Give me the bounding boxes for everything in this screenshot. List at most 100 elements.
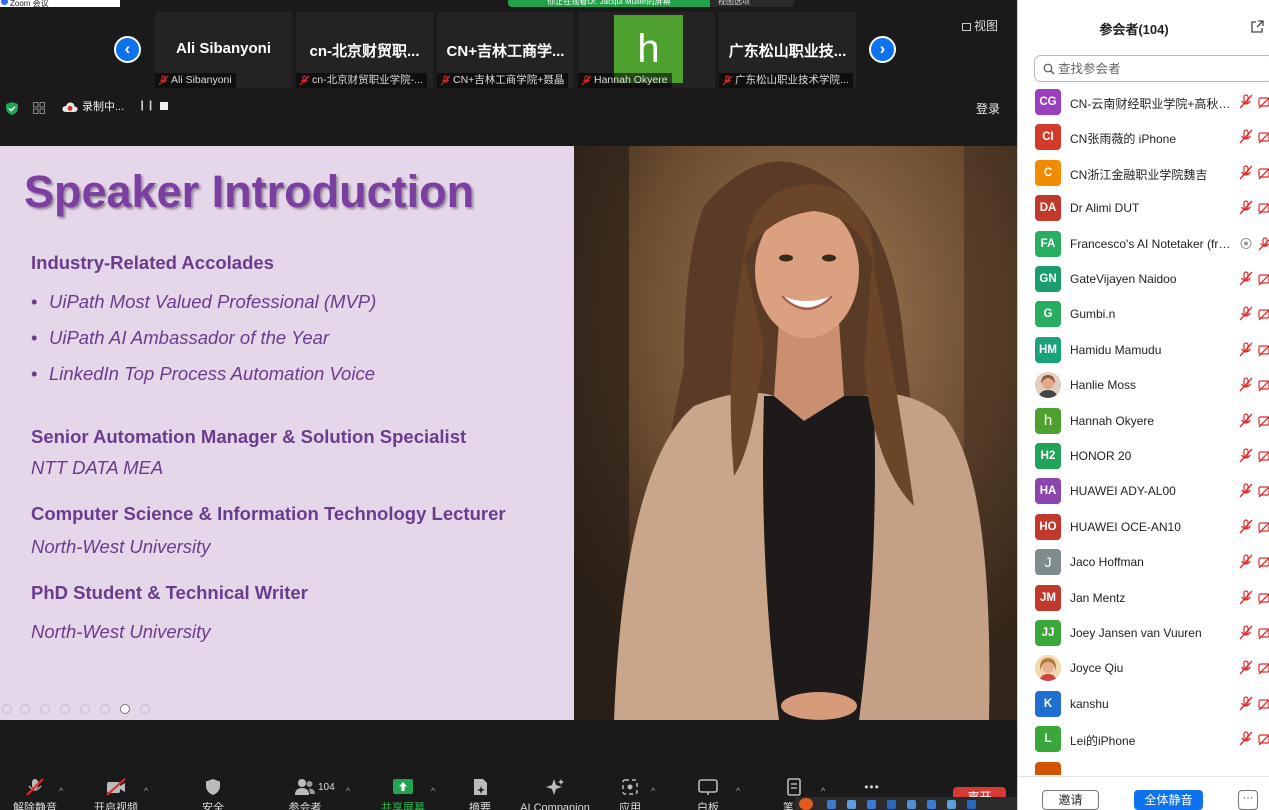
whiteboard-options-caret[interactable]: ^ xyxy=(736,786,740,796)
view-options-button[interactable]: 视图选项 xyxy=(718,0,750,6)
mic-muted-icon[interactable] xyxy=(1239,165,1253,180)
mute-all-button[interactable]: 全体静音 xyxy=(1134,790,1203,810)
gallery-grid-icon[interactable] xyxy=(33,102,45,114)
participant-row[interactable]: C CN浙江金融职业学院魏吉 xyxy=(1018,156,1269,191)
participant-row[interactable]: HO HUAWEI OCE-AN10 xyxy=(1018,510,1269,545)
slide-navigation-controls[interactable] xyxy=(0,702,160,716)
participant-row[interactable]: CI CN张雨薇的 iPhone xyxy=(1018,120,1269,155)
audio-options-caret[interactable]: ^ xyxy=(59,786,63,796)
security-button[interactable]: 安全 xyxy=(190,778,236,810)
participant-list[interactable]: CG CN-云南财经职业学院+高秋元... CI CN张雨薇的 iPhone C… xyxy=(1018,85,1269,775)
mic-muted-icon[interactable] xyxy=(1239,412,1253,428)
mic-muted-icon[interactable] xyxy=(1258,236,1269,251)
video-off-icon[interactable] xyxy=(1258,272,1269,286)
apps-options-caret[interactable]: ^ xyxy=(651,786,655,796)
mic-muted-icon[interactable] xyxy=(1239,342,1253,357)
summary-button[interactable]: 摘要 xyxy=(458,778,502,810)
view-button[interactable]: 视图 xyxy=(962,17,998,34)
invite-button[interactable]: 邀请 xyxy=(1042,790,1099,810)
tray-app-icon[interactable] xyxy=(907,800,916,809)
mic-muted-icon[interactable] xyxy=(1239,660,1253,675)
mic-muted-icon[interactable] xyxy=(1239,448,1253,463)
participant-row[interactable]: H2 HONOR 20 xyxy=(1018,439,1269,474)
mic-muted-icon[interactable] xyxy=(1239,731,1253,746)
video-off-icon[interactable] xyxy=(1258,555,1269,569)
camera-icon[interactable] xyxy=(120,704,130,714)
next-page-button[interactable]: › xyxy=(869,36,896,63)
pause-recording-button[interactable]: ❙❙ xyxy=(138,100,155,111)
mic-muted-icon[interactable] xyxy=(1239,696,1253,711)
video-off-icon[interactable] xyxy=(1258,449,1269,463)
mic-muted-icon[interactable] xyxy=(1239,200,1253,215)
tray-app-icon[interactable] xyxy=(927,800,936,809)
tray-app-icon[interactable] xyxy=(799,798,813,810)
pop-out-icon[interactable] xyxy=(1250,20,1264,34)
shared-screen[interactable]: Speaker Introduction Industry-Related Ac… xyxy=(0,146,1017,720)
video-tile[interactable]: 广东松山职业技... 广东松山职业技术学院... xyxy=(719,12,856,88)
video-off-icon[interactable] xyxy=(1258,484,1269,498)
participant-row[interactable]: JJ Joey Jansen van Vuuren xyxy=(1018,616,1269,651)
apps-button[interactable]: 应用 xyxy=(608,778,652,810)
video-tile[interactable]: Ali Sibanyoni Ali Sibanyoni xyxy=(155,12,292,88)
tray-app-icon[interactable] xyxy=(867,800,876,809)
tray-app-icon[interactable] xyxy=(827,800,836,809)
participant-row[interactable]: L Lei的iPhone xyxy=(1018,722,1269,757)
whiteboard-button[interactable]: 白板 xyxy=(686,778,730,810)
previous-page-button[interactable]: ‹ xyxy=(114,36,141,63)
video-off-icon[interactable] xyxy=(1258,732,1269,746)
mic-muted-icon[interactable] xyxy=(1239,377,1253,392)
video-off-icon[interactable] xyxy=(1258,520,1269,534)
video-off-icon[interactable] xyxy=(1258,591,1269,605)
video-tile[interactable]: CN+吉林工商学... CN+吉林工商学院+聂晶 xyxy=(437,12,574,88)
participant-row[interactable]: J Jaco Hoffman xyxy=(1018,545,1269,580)
video-off-icon[interactable] xyxy=(1258,307,1269,321)
share-screen-button[interactable]: 共享屏幕 xyxy=(376,778,430,810)
notes-options-caret[interactable]: ^ xyxy=(821,786,825,796)
video-off-icon[interactable] xyxy=(1258,414,1269,428)
participant-row[interactable]: Joyce Qiu xyxy=(1018,651,1269,686)
slide-control-icon[interactable] xyxy=(2,704,12,714)
participant-row[interactable]: HM Hamidu Mamudu xyxy=(1018,333,1269,368)
participant-row[interactable]: FA Francesco's AI Notetaker (from ... xyxy=(1018,227,1269,262)
slide-control-icon[interactable] xyxy=(20,704,30,714)
video-off-icon[interactable] xyxy=(1258,166,1269,180)
mic-muted-icon[interactable] xyxy=(1239,94,1253,109)
slide-control-icon[interactable] xyxy=(100,704,110,714)
start-video-button[interactable]: 开启视频 xyxy=(88,778,144,810)
participant-row[interactable]: JM Jan Mentz xyxy=(1018,581,1269,616)
mic-muted-icon[interactable] xyxy=(1239,129,1253,144)
mic-muted-icon[interactable] xyxy=(1239,519,1253,534)
mic-muted-icon[interactable] xyxy=(1239,271,1253,286)
participant-row[interactable]: K kanshu xyxy=(1018,687,1269,722)
mic-muted-icon[interactable] xyxy=(1239,625,1253,640)
participant-search[interactable] xyxy=(1034,55,1269,82)
more-options-button[interactable]: ··· xyxy=(1238,790,1258,810)
participant-row[interactable]: HA HUAWEI ADY-AL00 xyxy=(1018,474,1269,509)
tray-app-icon[interactable] xyxy=(887,800,896,809)
participant-row[interactable]: DA Dr Alimi DUT xyxy=(1018,191,1269,226)
mic-muted-icon[interactable] xyxy=(1239,554,1253,569)
ai-companion-button[interactable]: AI Companion xyxy=(515,778,595,810)
mic-muted-icon[interactable] xyxy=(1239,589,1253,605)
slide-control-icon[interactable] xyxy=(60,704,70,714)
video-off-icon[interactable] xyxy=(1258,626,1269,640)
video-off-icon[interactable] xyxy=(1258,130,1269,144)
video-off-icon[interactable] xyxy=(1258,661,1269,675)
share-options-caret[interactable]: ^ xyxy=(431,786,435,796)
slide-control-icon[interactable] xyxy=(140,704,150,714)
stop-recording-button[interactable] xyxy=(160,102,168,110)
search-input[interactable] xyxy=(1058,61,1258,77)
encryption-shield-icon[interactable] xyxy=(6,102,18,115)
login-button[interactable]: 登录 xyxy=(976,100,1000,117)
video-options-caret[interactable]: ^ xyxy=(144,786,148,796)
video-off-icon[interactable] xyxy=(1258,697,1269,711)
tray-app-icon[interactable] xyxy=(847,800,856,809)
slide-control-icon[interactable] xyxy=(80,704,90,714)
mic-muted-icon[interactable] xyxy=(1239,483,1253,498)
participant-row[interactable]: G Gumbi.n xyxy=(1018,297,1269,332)
participant-row[interactable] xyxy=(1018,758,1269,775)
mic-muted-icon[interactable] xyxy=(1239,306,1253,321)
participant-row[interactable]: Hanlie Moss xyxy=(1018,368,1269,403)
slide-control-icon[interactable] xyxy=(40,704,50,714)
video-off-icon[interactable] xyxy=(1258,343,1269,357)
